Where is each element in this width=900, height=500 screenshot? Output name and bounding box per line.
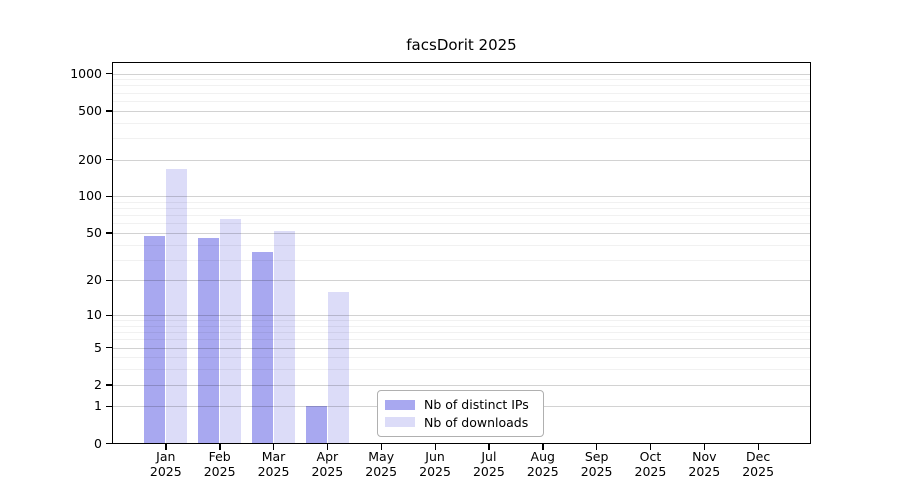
legend-item-nb-of-distinct-ips: Nb of distinct IPs: [385, 396, 535, 413]
ytick-label-2: 2: [30, 377, 102, 393]
ytick-label-500: 500: [30, 103, 102, 119]
xtick-label-dec-2025: Dec2025: [730, 450, 786, 479]
legend-label-nb-of-downloads: Nb of downloads: [424, 415, 528, 430]
xtick-label-mar-2025: Mar2025: [246, 450, 302, 479]
ytick-mark-20: [106, 280, 112, 281]
xtick-label-aug-2025: Aug2025: [515, 450, 571, 479]
ytick-label-1000: 1000: [30, 66, 102, 82]
legend: Nb of distinct IPs Nb of downloads: [377, 390, 544, 437]
ytick-label-50: 50: [30, 225, 102, 241]
ytick-mark-100: [106, 196, 112, 197]
bar-nb-of-distinct-ips-jan-2025: [144, 236, 165, 443]
bar-nb-of-distinct-ips-feb-2025: [198, 238, 219, 443]
ytick-mark-0: [106, 443, 112, 444]
legend-item-nb-of-downloads: Nb of downloads: [385, 414, 535, 431]
chart-title: facsDorit 2025: [112, 36, 811, 56]
legend-swatch-nb-of-distinct-ips: [385, 400, 415, 410]
bar-nb-of-downloads-mar-2025: [274, 231, 295, 444]
xtick-label-oct-2025: Oct2025: [622, 450, 678, 479]
ytick-label-10: 10: [30, 307, 102, 323]
xtick-label-feb-2025: Feb2025: [192, 450, 248, 479]
ytick-label-1: 1: [30, 398, 102, 414]
xtick-label-may-2025: May2025: [353, 450, 409, 479]
ytick-label-200: 200: [30, 152, 102, 168]
bar-nb-of-distinct-ips-apr-2025: [306, 406, 327, 443]
ytick-label-20: 20: [30, 272, 102, 288]
ytick-mark-2: [106, 384, 112, 385]
xtick-label-nov-2025: Nov2025: [676, 450, 732, 479]
ytick-mark-10: [106, 315, 112, 316]
ytick-mark-1: [106, 406, 112, 407]
xtick-label-apr-2025: Apr2025: [299, 450, 355, 479]
bar-nb-of-downloads-feb-2025: [220, 219, 241, 443]
xtick-label-jun-2025: Jun2025: [407, 450, 463, 479]
ytick-label-5: 5: [30, 340, 102, 356]
legend-label-nb-of-distinct-ips: Nb of distinct IPs: [424, 397, 529, 412]
xtick-label-jul-2025: Jul2025: [461, 450, 517, 479]
bar-nb-of-downloads-jan-2025: [166, 169, 187, 443]
legend-swatch-nb-of-downloads: [385, 417, 415, 427]
ytick-label-100: 100: [30, 188, 102, 204]
download-stats-chart: facsDorit 2025 0 1 2 5 10 20 50 100 200 500 1000 Ja…: [0, 0, 900, 500]
ytick-mark-200: [106, 159, 112, 160]
xtick-label-jan-2025: Jan2025: [138, 450, 194, 479]
ytick-label-0: 0: [30, 436, 102, 452]
ytick-mark-50: [106, 232, 112, 233]
ytick-mark-1000: [106, 73, 112, 74]
ytick-mark-5: [106, 347, 112, 348]
bar-nb-of-downloads-apr-2025: [328, 292, 349, 444]
ytick-mark-500: [106, 110, 112, 111]
bar-nb-of-distinct-ips-mar-2025: [252, 252, 273, 444]
xtick-label-sep-2025: Sep2025: [569, 450, 625, 479]
